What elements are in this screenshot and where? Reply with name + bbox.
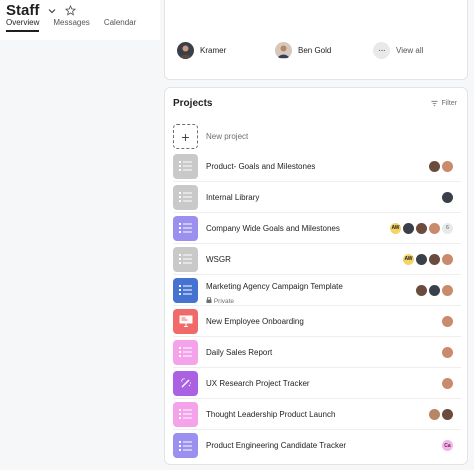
project-row[interactable]: New Employee Onboarding (173, 306, 461, 337)
project-members: Ca (442, 440, 453, 451)
list-icon (173, 401, 198, 427)
privacy-text: Private (213, 297, 235, 305)
project-row[interactable]: Product- Goals and Milestones (173, 151, 461, 182)
members-card: Kramer Ben Gold ··· View all (164, 0, 468, 80)
magic-wand-icon (173, 370, 198, 396)
member-ben-gold[interactable]: Ben Gold (275, 42, 331, 59)
project-members (416, 284, 453, 296)
avatar (403, 222, 414, 234)
list-icon (173, 215, 198, 241)
avatar: Ca (442, 440, 453, 451)
avatar (442, 191, 453, 203)
avatar (442, 346, 453, 358)
project-row[interactable]: Thought Leadership Product Launch (173, 399, 461, 430)
projects-card: Projects Filter + New project Product- G… (164, 87, 468, 465)
member-name: Kramer (200, 46, 227, 55)
avatar: AW (403, 253, 414, 265)
tab-calendar[interactable]: Calendar (104, 18, 136, 32)
project-name: Marketing Agency Campaign Template (206, 281, 343, 291)
avatar (429, 253, 440, 265)
page-title: Staff (6, 2, 40, 19)
project-name: UX Research Project Tracker (206, 378, 310, 388)
list-icon (173, 184, 198, 210)
project-name: Internal Library (206, 192, 260, 202)
avatar (429, 160, 440, 172)
project-name: WSGR (206, 254, 231, 264)
member-kramer[interactable]: Kramer (177, 42, 226, 59)
avatar (177, 42, 194, 59)
project-row[interactable]: Company Wide Goals and Milestones AW 6 (173, 213, 461, 244)
add-icon[interactable]: + (173, 124, 198, 149)
avatar (442, 408, 453, 420)
avatar (429, 284, 440, 296)
tab-overview[interactable]: Overview (6, 18, 40, 32)
project-row[interactable]: WSGR AW (173, 244, 461, 275)
lock-icon (206, 296, 212, 303)
project-members (429, 160, 453, 172)
chevron-down-icon[interactable] (47, 6, 57, 16)
project-header: Staff Overview Messages Calendar (0, 0, 160, 40)
avatar (442, 377, 453, 389)
list-icon (173, 433, 198, 458)
list-icon (173, 339, 198, 365)
project-name: New Employee Onboarding (206, 316, 304, 326)
project-row[interactable]: Daily Sales Report (173, 337, 461, 368)
project-row[interactable]: Internal Library (173, 182, 461, 213)
more-icon: ··· (373, 42, 390, 59)
avatar (275, 42, 292, 59)
view-all-button[interactable]: ··· View all (373, 42, 423, 59)
list-icon (173, 153, 198, 179)
tab-bar: Overview Messages Calendar (6, 18, 136, 32)
avatar (442, 315, 453, 327)
filter-icon (431, 100, 438, 107)
avatar (429, 408, 440, 420)
avatar (442, 253, 453, 265)
project-row[interactable]: UX Research Project Tracker (173, 368, 461, 399)
avatar (416, 284, 427, 296)
project-members (442, 191, 453, 203)
project-name: Product Engineering Candidate Tracker (206, 441, 347, 450)
project-name: Thought Leadership Product Launch (206, 409, 336, 419)
avatar (416, 253, 427, 265)
privacy-label: Private (206, 296, 416, 305)
filter-label: Filter (441, 100, 457, 107)
presentation-icon (173, 308, 198, 334)
project-row[interactable]: Marketing Agency Campaign Template Priva… (173, 275, 461, 306)
view-all-label: View all (396, 46, 424, 55)
project-name: Product- Goals and Milestones (206, 161, 316, 171)
project-members (429, 408, 453, 420)
member-name: Ben Gold (298, 46, 332, 55)
avatar (416, 222, 427, 234)
filter-button[interactable]: Filter (431, 100, 457, 107)
new-project-label: New project (206, 132, 249, 141)
list-icon (173, 246, 198, 272)
more-members-count: 6 (442, 222, 453, 234)
project-members: AW (403, 253, 453, 265)
project-name-group: Marketing Agency Campaign Template Priva… (206, 276, 416, 305)
project-members: AW 6 (390, 222, 453, 234)
project-members (442, 346, 453, 358)
avatar (429, 222, 440, 234)
tab-messages[interactable]: Messages (53, 18, 89, 32)
project-members (442, 315, 453, 327)
project-members (442, 377, 453, 389)
avatar (442, 160, 453, 172)
avatar: AW (390, 222, 401, 234)
project-name: Company Wide Goals and Milestones (206, 223, 340, 233)
avatar (442, 284, 453, 296)
new-project-row[interactable]: + New project (173, 121, 461, 152)
list-icon (173, 277, 198, 303)
projects-title: Projects (173, 98, 213, 109)
star-icon[interactable] (65, 5, 77, 16)
project-name: Daily Sales Report (206, 347, 273, 357)
project-row[interactable]: Product Engineering Candidate Tracker Ca (173, 430, 461, 461)
